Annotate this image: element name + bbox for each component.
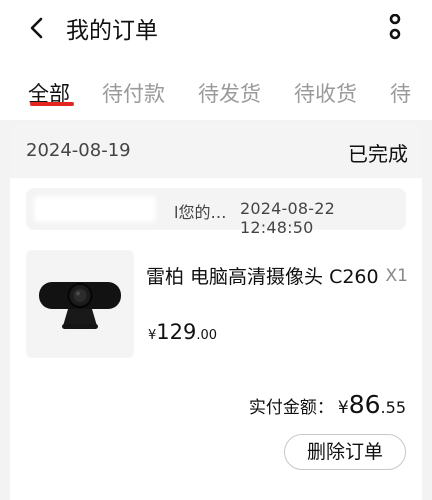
order-card-header: 2024-08-19 已完成: [10, 124, 422, 178]
product-thumbnail[interactable]: rapoo: [26, 250, 134, 358]
paid-amount-label: 实付金额：: [248, 398, 334, 418]
tab-pending-receipt[interactable]: 待收货: [294, 78, 357, 108]
product-quantity: X1: [385, 266, 408, 286]
order-status: 已完成: [348, 142, 408, 166]
paid-amount: 实付金额： ¥86.55: [249, 390, 406, 419]
delete-order-button[interactable]: 删除订单: [284, 434, 406, 470]
order-message-time: 2024-08-22 12:48:50: [240, 199, 335, 237]
tab-pending-payment[interactable]: 待付款: [102, 78, 165, 108]
order-message-bar[interactable]: l您的… 2024-08-22 12:48:50: [26, 188, 406, 237]
paid-integer: 86: [348, 390, 381, 419]
paid-decimal: .55: [380, 398, 406, 417]
top-bar: 我的订单: [0, 0, 432, 58]
back-arrow-icon[interactable]: [26, 14, 48, 42]
more-vertical-icon[interactable]: [388, 14, 402, 40]
tab-pending-shipment[interactable]: 待发货: [198, 78, 261, 108]
order-tabs: 全部 待付款 待发货 待收货 待: [0, 58, 432, 120]
order-message-text: l您的…: [174, 203, 227, 222]
webcam-image: rapoo: [39, 282, 121, 329]
price-integer: 129: [156, 320, 197, 344]
order-card[interactable]: 2024-08-19 已完成 l您的… 2024-08-22 12:48:50 …: [10, 124, 422, 500]
order-date: 2024-08-19: [26, 140, 131, 161]
active-tab-indicator: [30, 102, 74, 106]
product-price: ¥129.00: [148, 320, 217, 344]
redacted-text: [34, 196, 156, 222]
product-name[interactable]: 雷柏 电脑高清摄像头 C260: [146, 264, 386, 290]
paid-currency: ¥: [337, 398, 349, 418]
tab-more-partial[interactable]: 待: [390, 78, 411, 108]
price-decimal: .00: [196, 328, 218, 343]
page-title: 我的订单: [66, 18, 158, 44]
